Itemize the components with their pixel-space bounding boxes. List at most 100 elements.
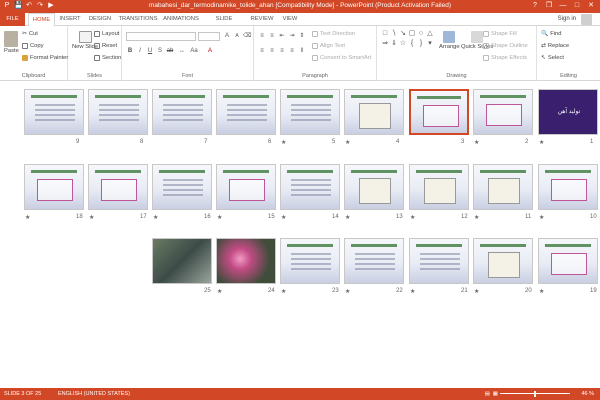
animation-star-icon[interactable]: ★: [25, 214, 30, 221]
undo-icon[interactable]: ↶: [25, 2, 33, 10]
italic-button[interactable]: I: [136, 47, 144, 55]
slide-thumbnail-20[interactable]: [473, 238, 533, 284]
slide-thumbnail-14[interactable]: [280, 164, 340, 210]
paste-button[interactable]: Paste: [4, 31, 19, 54]
tab-home[interactable]: HOME: [28, 13, 55, 26]
tab-file[interactable]: FILE: [0, 13, 25, 26]
arrange-button[interactable]: Arrange: [439, 31, 460, 50]
animation-star-icon[interactable]: ★: [217, 214, 222, 221]
align-right-icon[interactable]: ≡: [278, 47, 286, 55]
reset-button[interactable]: Reset: [94, 43, 117, 49]
strikethrough-button[interactable]: ab: [166, 47, 174, 55]
slide-thumbnail-21[interactable]: [409, 238, 469, 284]
slide-thumbnail-7[interactable]: [152, 89, 212, 135]
slide-thumbnail-22[interactable]: [344, 238, 404, 284]
slide-thumbnail-4[interactable]: [344, 89, 404, 135]
columns-icon[interactable]: ‖: [298, 47, 306, 55]
ribbon-display-options-button[interactable]: ❐: [542, 0, 556, 12]
slide-thumbnail-6[interactable]: [216, 89, 276, 135]
close-button[interactable]: ✕: [584, 0, 598, 12]
justify-icon[interactable]: ≡: [288, 47, 296, 55]
minimize-button[interactable]: —: [556, 0, 570, 12]
slide-thumbnail-18[interactable]: [24, 164, 84, 210]
align-left-icon[interactable]: ≡: [258, 47, 266, 55]
change-case-button[interactable]: Aa: [190, 47, 198, 55]
shadow-button[interactable]: S: [156, 47, 164, 55]
align-center-icon[interactable]: ≡: [268, 47, 276, 55]
slide-thumbnail-1[interactable]: تولید آهن: [538, 89, 598, 135]
slide-thumbnail-15[interactable]: [216, 164, 276, 210]
bold-button[interactable]: B: [126, 47, 134, 55]
notes-icon[interactable]: ▤: [485, 391, 490, 397]
normal-view-icon[interactable]: ▦: [493, 391, 498, 397]
start-from-beginning-icon[interactable]: ▶: [47, 2, 55, 10]
sign-in-link[interactable]: Sign in: [558, 16, 576, 22]
animation-star-icon[interactable]: ★: [89, 214, 94, 221]
animation-star-icon[interactable]: ★: [281, 288, 286, 295]
decrease-font-size-button[interactable]: A: [233, 32, 241, 40]
cut-button[interactable]: ✂ Cut: [22, 31, 38, 37]
line-shape-icon[interactable]: ∖: [390, 30, 398, 38]
maximize-button[interactable]: □: [570, 0, 584, 12]
slide-thumbnail-11[interactable]: [473, 164, 533, 210]
replace-button[interactable]: ⇄ Replace: [541, 43, 569, 49]
decrease-indent-icon[interactable]: ⇤: [278, 32, 286, 40]
shape-outline-button[interactable]: Shape Outline: [483, 43, 528, 49]
align-text-button[interactable]: Align Text: [312, 43, 345, 49]
animation-star-icon[interactable]: ★: [153, 214, 158, 221]
animation-star-icon[interactable]: ★: [281, 139, 286, 146]
slide-thumbnail-2[interactable]: [473, 89, 533, 135]
slide-thumbnail-17[interactable]: [88, 164, 148, 210]
bullets-icon[interactable]: ≡: [258, 32, 266, 40]
animation-star-icon[interactable]: ★: [410, 214, 415, 221]
convert-smartart-button[interactable]: Convert to SmartArt: [312, 55, 371, 61]
underline-button[interactable]: U: [146, 47, 154, 55]
layout-button[interactable]: Layout: [94, 31, 119, 37]
help-button[interactable]: ?: [528, 0, 542, 12]
text-direction-button[interactable]: Text Direction: [312, 31, 355, 37]
triangle-shape-icon[interactable]: △: [426, 30, 434, 38]
animation-star-icon[interactable]: ★: [539, 214, 544, 221]
closing-brace-shape-icon[interactable]: }: [417, 40, 425, 48]
animation-star-icon[interactable]: ★: [474, 288, 479, 295]
zoom-level[interactable]: 46 %: [581, 391, 594, 397]
slide-thumbnail-5[interactable]: [280, 89, 340, 135]
down-arrow-shape-icon[interactable]: ⇓: [390, 40, 398, 48]
font-color-button[interactable]: A: [206, 47, 214, 55]
font-name-combo[interactable]: [126, 32, 196, 41]
redo-icon[interactable]: ↷: [36, 2, 44, 10]
language-indicator[interactable]: ENGLISH (UNITED STATES): [58, 391, 130, 397]
arrow-shape-icon[interactable]: ↘: [399, 30, 407, 38]
animation-star-icon[interactable]: ★: [539, 139, 544, 146]
slide-thumbnail-19[interactable]: [538, 238, 598, 284]
rounded-rectangle-shape-icon[interactable]: ▢: [408, 30, 416, 38]
increase-indent-icon[interactable]: ⇥: [288, 32, 296, 40]
format-painter-button[interactable]: Format Painter: [22, 55, 68, 61]
select-button[interactable]: ↖ Select: [541, 55, 564, 61]
tab-transitions[interactable]: TRANSITIONS: [118, 13, 158, 26]
character-spacing-button[interactable]: ↔: [178, 47, 186, 55]
account-icon[interactable]: [581, 14, 592, 25]
slide-thumbnail-24[interactable]: [216, 238, 276, 284]
animation-star-icon[interactable]: ★: [217, 288, 222, 295]
slide-thumbnail-13[interactable]: [344, 164, 404, 210]
save-icon[interactable]: 💾: [14, 2, 23, 10]
animation-star-icon[interactable]: ★: [410, 288, 415, 295]
clear-formatting-icon[interactable]: ⌫: [243, 32, 251, 40]
slide-thumbnail-8[interactable]: [88, 89, 148, 135]
numbering-icon[interactable]: ≡: [268, 32, 276, 40]
tab-slide-show[interactable]: SLIDE SHOW: [206, 13, 242, 35]
zoom-slider-thumb[interactable]: [534, 391, 536, 397]
oval-shape-icon[interactable]: ○: [417, 30, 425, 38]
tab-animations[interactable]: ANIMATIONS: [162, 13, 200, 26]
tab-view[interactable]: VIEW: [279, 13, 301, 26]
shape-fill-button[interactable]: Shape Fill: [483, 31, 517, 37]
tab-design[interactable]: DESIGN: [86, 13, 114, 26]
font-size-combo[interactable]: [198, 32, 220, 41]
tab-insert[interactable]: INSERT: [57, 13, 83, 26]
increase-font-size-button[interactable]: A: [223, 32, 231, 40]
star-shape-icon[interactable]: ☆: [399, 40, 407, 48]
animation-star-icon[interactable]: ★: [345, 288, 350, 295]
animation-star-icon[interactable]: ★: [474, 139, 479, 146]
animation-star-icon[interactable]: ★: [539, 288, 544, 295]
